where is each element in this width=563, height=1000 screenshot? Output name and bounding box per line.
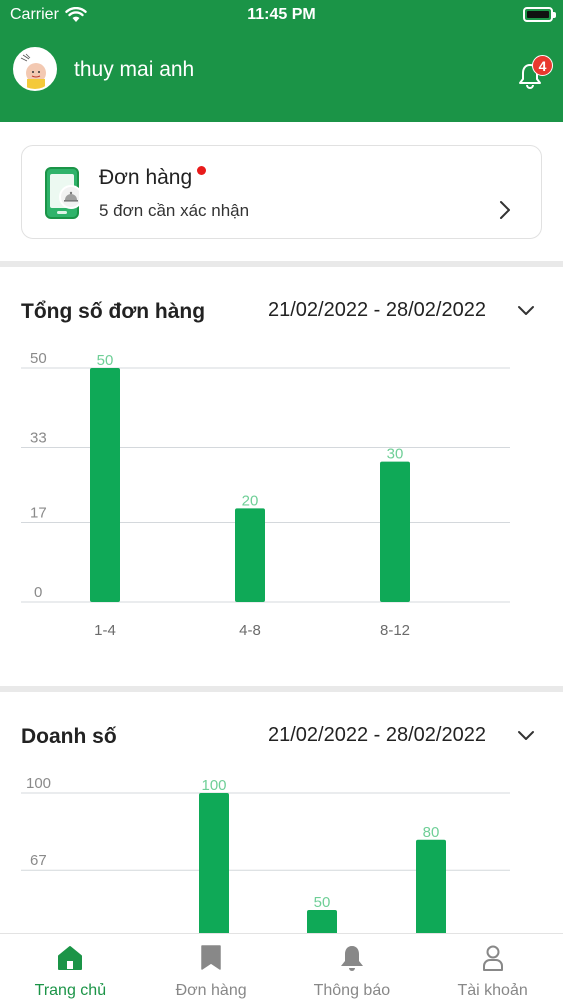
- battery-icon: [523, 7, 556, 22]
- nav-item-orders[interactable]: Đơn hàng: [141, 934, 282, 1000]
- x-tick-label: 8-12: [380, 622, 410, 639]
- chevron-down-icon[interactable]: [516, 303, 536, 317]
- nav-label-orders: Đơn hàng: [175, 982, 247, 999]
- status-clock: 11:45 PM: [247, 6, 316, 23]
- pending-orders-card[interactable]: Đơn hàng 5 đơn cần xác nhận: [21, 145, 542, 239]
- nav-label-notifications: Thông báo: [313, 982, 391, 999]
- user-icon: [482, 945, 503, 971]
- status-bar: Carrier 11:45 PM: [0, 0, 563, 32]
- nav-item-notifications[interactable]: Thông báo: [282, 934, 423, 1000]
- section-divider: [0, 686, 563, 692]
- bar-value-label: 100: [201, 777, 226, 794]
- revenue-bar-chart: 67 100 100 50 80: [21, 775, 510, 1000]
- bar-value-label: 80: [423, 824, 440, 841]
- y-tick-label: 33: [30, 430, 47, 447]
- bar-value-label: 50: [97, 352, 114, 369]
- order-card-subtitle: 5 đơn cần xác nhận: [99, 201, 250, 220]
- nav-label-account: Tài khoản: [457, 982, 528, 999]
- avatar-image: [15, 49, 55, 89]
- bar-value-label: 20: [242, 492, 259, 509]
- app-header: Carrier 11:45 PM thuy mai anh 4: [0, 0, 563, 122]
- home-icon: [58, 946, 83, 970]
- avatar[interactable]: [13, 47, 57, 91]
- x-tick-label: 1-4: [94, 622, 116, 639]
- chevron-down-icon[interactable]: [516, 728, 536, 742]
- y-tick-label: 100: [26, 775, 51, 792]
- phone-order-icon: [45, 167, 79, 219]
- y-tick-label: 67: [30, 852, 47, 869]
- notification-badge: 4: [532, 55, 553, 76]
- bar: [90, 368, 120, 602]
- chevron-right-icon: [500, 201, 510, 219]
- bar-value-label: 50: [314, 894, 331, 911]
- y-tick-label: 50: [30, 350, 47, 367]
- nav-item-home[interactable]: Trang chủ: [0, 934, 141, 1000]
- bell-icon: [340, 946, 363, 971]
- bar: [380, 461, 410, 602]
- bar: [235, 508, 265, 602]
- bookmark-icon: [201, 945, 221, 970]
- revenue-date-range[interactable]: 21/02/2022 - 28/02/2022: [268, 724, 486, 747]
- x-tick-label: 4-8: [239, 622, 261, 639]
- revenue-section-title: Doanh số: [21, 725, 117, 748]
- y-tick-label: 17: [30, 504, 47, 521]
- username: thuy mai anh: [74, 58, 195, 81]
- bar-value-label: 30: [387, 446, 404, 463]
- order-card-title: Đơn hàng: [99, 166, 193, 189]
- section-divider: [0, 261, 563, 267]
- nav-item-account[interactable]: Tài khoản: [422, 934, 563, 1000]
- orders-section-title: Tổng số đơn hàng: [21, 300, 206, 323]
- orders-date-range[interactable]: 21/02/2022 - 28/02/2022: [268, 299, 486, 322]
- bottom-navigation: Trang chủ Đơn hàng Thông báo Tài khoản: [0, 933, 563, 1000]
- orders-bar-chart: 0 17 33 50 50 1-4 20 4-8 30 8-12: [21, 350, 510, 639]
- nav-label-home: Trang chủ: [34, 982, 107, 999]
- unread-dot: [197, 166, 206, 175]
- y-tick-label: 0: [34, 584, 42, 601]
